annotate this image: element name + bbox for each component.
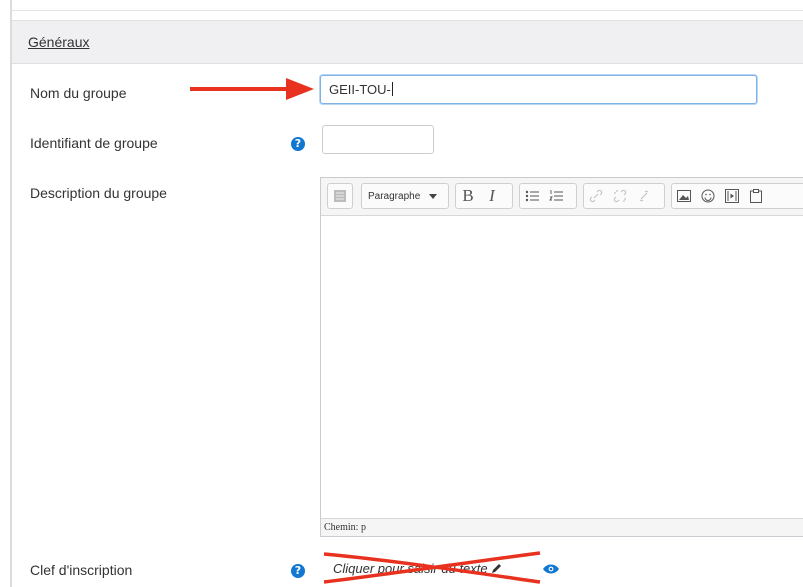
link-icon[interactable] [586, 186, 606, 206]
group-id-input[interactable] [322, 125, 434, 154]
media-icon[interactable] [722, 186, 742, 206]
help-icon[interactable]: ? [291, 564, 305, 578]
editor-path-text: Chemin: p [324, 522, 366, 533]
section-title[interactable]: Généraux [28, 34, 89, 50]
group-description-label: Description du groupe [30, 185, 167, 201]
group-name-input[interactable]: GEII-TOU- [320, 75, 757, 104]
toolbar-group-format: Paragraphe [361, 183, 449, 209]
bullet-list-icon[interactable] [522, 186, 542, 206]
chevron-down-icon [429, 193, 438, 199]
image-icon[interactable] [674, 186, 694, 206]
unlink-icon[interactable] [610, 186, 630, 206]
toolbar-group-style: B I [455, 183, 513, 209]
annotation-arrow [190, 78, 314, 100]
group-name-value: GEII-TOU- [329, 82, 391, 97]
toolbar-toggle-icon[interactable] [330, 186, 350, 206]
description-editor[interactable]: Paragraphe B I Chemin: p [320, 177, 803, 537]
format-select-value: Paragraphe [368, 190, 421, 202]
toolbar-group-links [583, 183, 665, 209]
page-frame-left [10, 0, 12, 587]
numbered-list-icon[interactable] [546, 186, 566, 206]
anchor-icon[interactable] [634, 186, 654, 206]
editor-toolbar: Paragraphe B I [321, 178, 803, 216]
text-caret [391, 82, 393, 96]
annotation-cross [323, 551, 541, 584]
eye-icon[interactable] [542, 563, 560, 575]
italic-button[interactable]: I [482, 186, 502, 206]
emoji-icon[interactable] [698, 186, 718, 206]
bold-button[interactable]: B [458, 186, 478, 206]
paste-icon[interactable] [746, 186, 766, 206]
help-icon[interactable]: ? [291, 137, 305, 151]
format-select[interactable]: Paragraphe [362, 191, 443, 202]
toolbar-group-insert [671, 183, 803, 209]
group-name-label: Nom du groupe [30, 85, 127, 101]
toolbar-group-lists [519, 183, 577, 209]
editor-path-bar: Chemin: p [321, 518, 803, 536]
page-frame-top [10, 10, 803, 11]
toolbar-group-toggle [327, 183, 353, 209]
group-id-label: Identifiant de groupe [30, 135, 158, 151]
section-header-generaux[interactable]: Généraux [12, 20, 803, 64]
enrol-key-label: Clef d'inscription [30, 562, 133, 578]
